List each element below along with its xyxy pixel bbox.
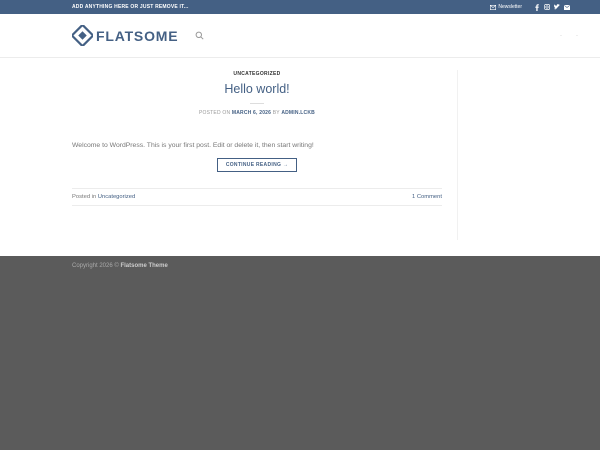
search-icon[interactable] xyxy=(195,31,204,40)
logo-mark-icon xyxy=(72,25,93,46)
title-divider xyxy=(250,103,264,104)
newsletter-label: Newsletter xyxy=(498,4,522,10)
post-meta: POSTED ON MARCH 6, 2026 BY ADMIN.LCKB xyxy=(72,110,442,116)
post-footer-meta: Posted in Uncategorized 1 Comment xyxy=(72,188,442,206)
main-content: UNCATEGORIZED Hello world! POSTED ON MAR… xyxy=(0,58,600,256)
post-excerpt: Welcome to WordPress. This is your first… xyxy=(72,142,314,149)
footer-copyright: Copyright 2026 © Flatsome Theme xyxy=(0,256,600,269)
twitter-icon[interactable] xyxy=(554,4,560,10)
site-header: FLATSOME · · xyxy=(0,14,600,58)
post-title[interactable]: Hello world! xyxy=(72,82,442,96)
newsletter-link[interactable]: Newsletter xyxy=(490,4,522,10)
post-article: UNCATEGORIZED Hello world! POSTED ON MAR… xyxy=(72,58,442,206)
continue-reading-button[interactable]: CONTINUE READING → xyxy=(216,158,298,172)
facebook-icon[interactable] xyxy=(534,3,540,11)
posted-in: Posted in Uncategorized xyxy=(72,194,135,200)
site-logo[interactable]: FLATSOME xyxy=(72,25,204,46)
theme-name: Flatsome Theme xyxy=(120,263,168,269)
header-divider-right: · xyxy=(576,32,578,39)
comments-link[interactable]: 1 Comment xyxy=(412,194,442,200)
top-bar-right: Newsletter xyxy=(490,3,570,11)
meta-by: BY xyxy=(272,110,280,116)
email-icon[interactable] xyxy=(564,4,570,10)
header-right-nav: · · xyxy=(560,33,578,39)
mail-icon xyxy=(490,4,497,10)
top-bar: ADD ANYTHING HERE OR JUST REMOVE IT... N… xyxy=(0,0,600,14)
post-category[interactable]: UNCATEGORIZED xyxy=(72,71,442,77)
post-author-link[interactable]: ADMIN.LCKB xyxy=(281,110,315,116)
top-bar-announcement: ADD ANYTHING HERE OR JUST REMOVE IT... xyxy=(72,4,189,10)
posted-in-category-link[interactable]: Uncategorized xyxy=(98,194,135,200)
post-date-link[interactable]: MARCH 6, 2026 xyxy=(232,110,271,116)
logo-text: FLATSOME xyxy=(96,27,179,44)
sidebar-divider xyxy=(457,70,458,240)
meta-prefix: POSTED ON xyxy=(199,110,231,116)
posted-in-label: Posted in xyxy=(72,194,97,200)
instagram-icon[interactable] xyxy=(544,4,550,10)
copyright-prefix: Copyright 2026 © xyxy=(72,263,119,269)
header-divider-left: · xyxy=(560,32,562,39)
